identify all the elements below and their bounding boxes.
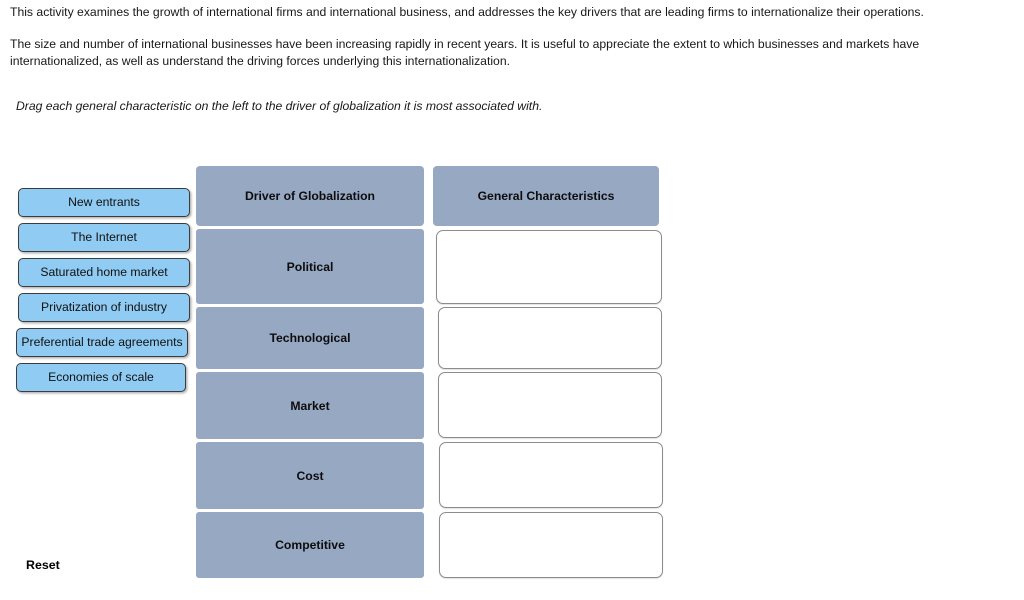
draggable-token[interactable]: New entrants	[18, 188, 190, 217]
driver-cell-political: Political	[196, 229, 424, 304]
driver-cell-cost: Cost	[196, 442, 424, 509]
draggable-token[interactable]: Preferential trade agreements	[16, 328, 188, 357]
draggable-token[interactable]: Privatization of industry	[18, 293, 190, 322]
driver-cell-market: Market	[196, 372, 424, 439]
driver-cell-technological: Technological	[196, 307, 424, 369]
intro-paragraph-2: The size and number of international bus…	[10, 37, 920, 68]
intro-text-block: This activity examines the growth of int…	[10, 0, 1014, 115]
reset-button[interactable]: Reset	[26, 558, 60, 572]
draggable-token[interactable]: Saturated home market	[18, 258, 190, 287]
general-characteristics-header: General Characteristics	[433, 166, 659, 226]
draggable-token[interactable]: Economies of scale	[16, 363, 186, 392]
dropzone-cost[interactable]	[439, 442, 663, 508]
dropzone-competitive[interactable]	[439, 512, 663, 578]
dropzone-technological[interactable]	[438, 307, 662, 369]
intro-paragraph-1: This activity examines the growth of int…	[10, 5, 924, 19]
draggable-token[interactable]: The Internet	[18, 223, 190, 252]
driver-cell-competitive: Competitive	[196, 512, 424, 578]
driver-column-header: Driver of Globalization	[196, 166, 424, 226]
dropzone-political[interactable]	[436, 230, 662, 304]
dropzone-market[interactable]	[438, 372, 662, 438]
drag-instruction: Drag each general characteristic on the …	[16, 99, 543, 113]
